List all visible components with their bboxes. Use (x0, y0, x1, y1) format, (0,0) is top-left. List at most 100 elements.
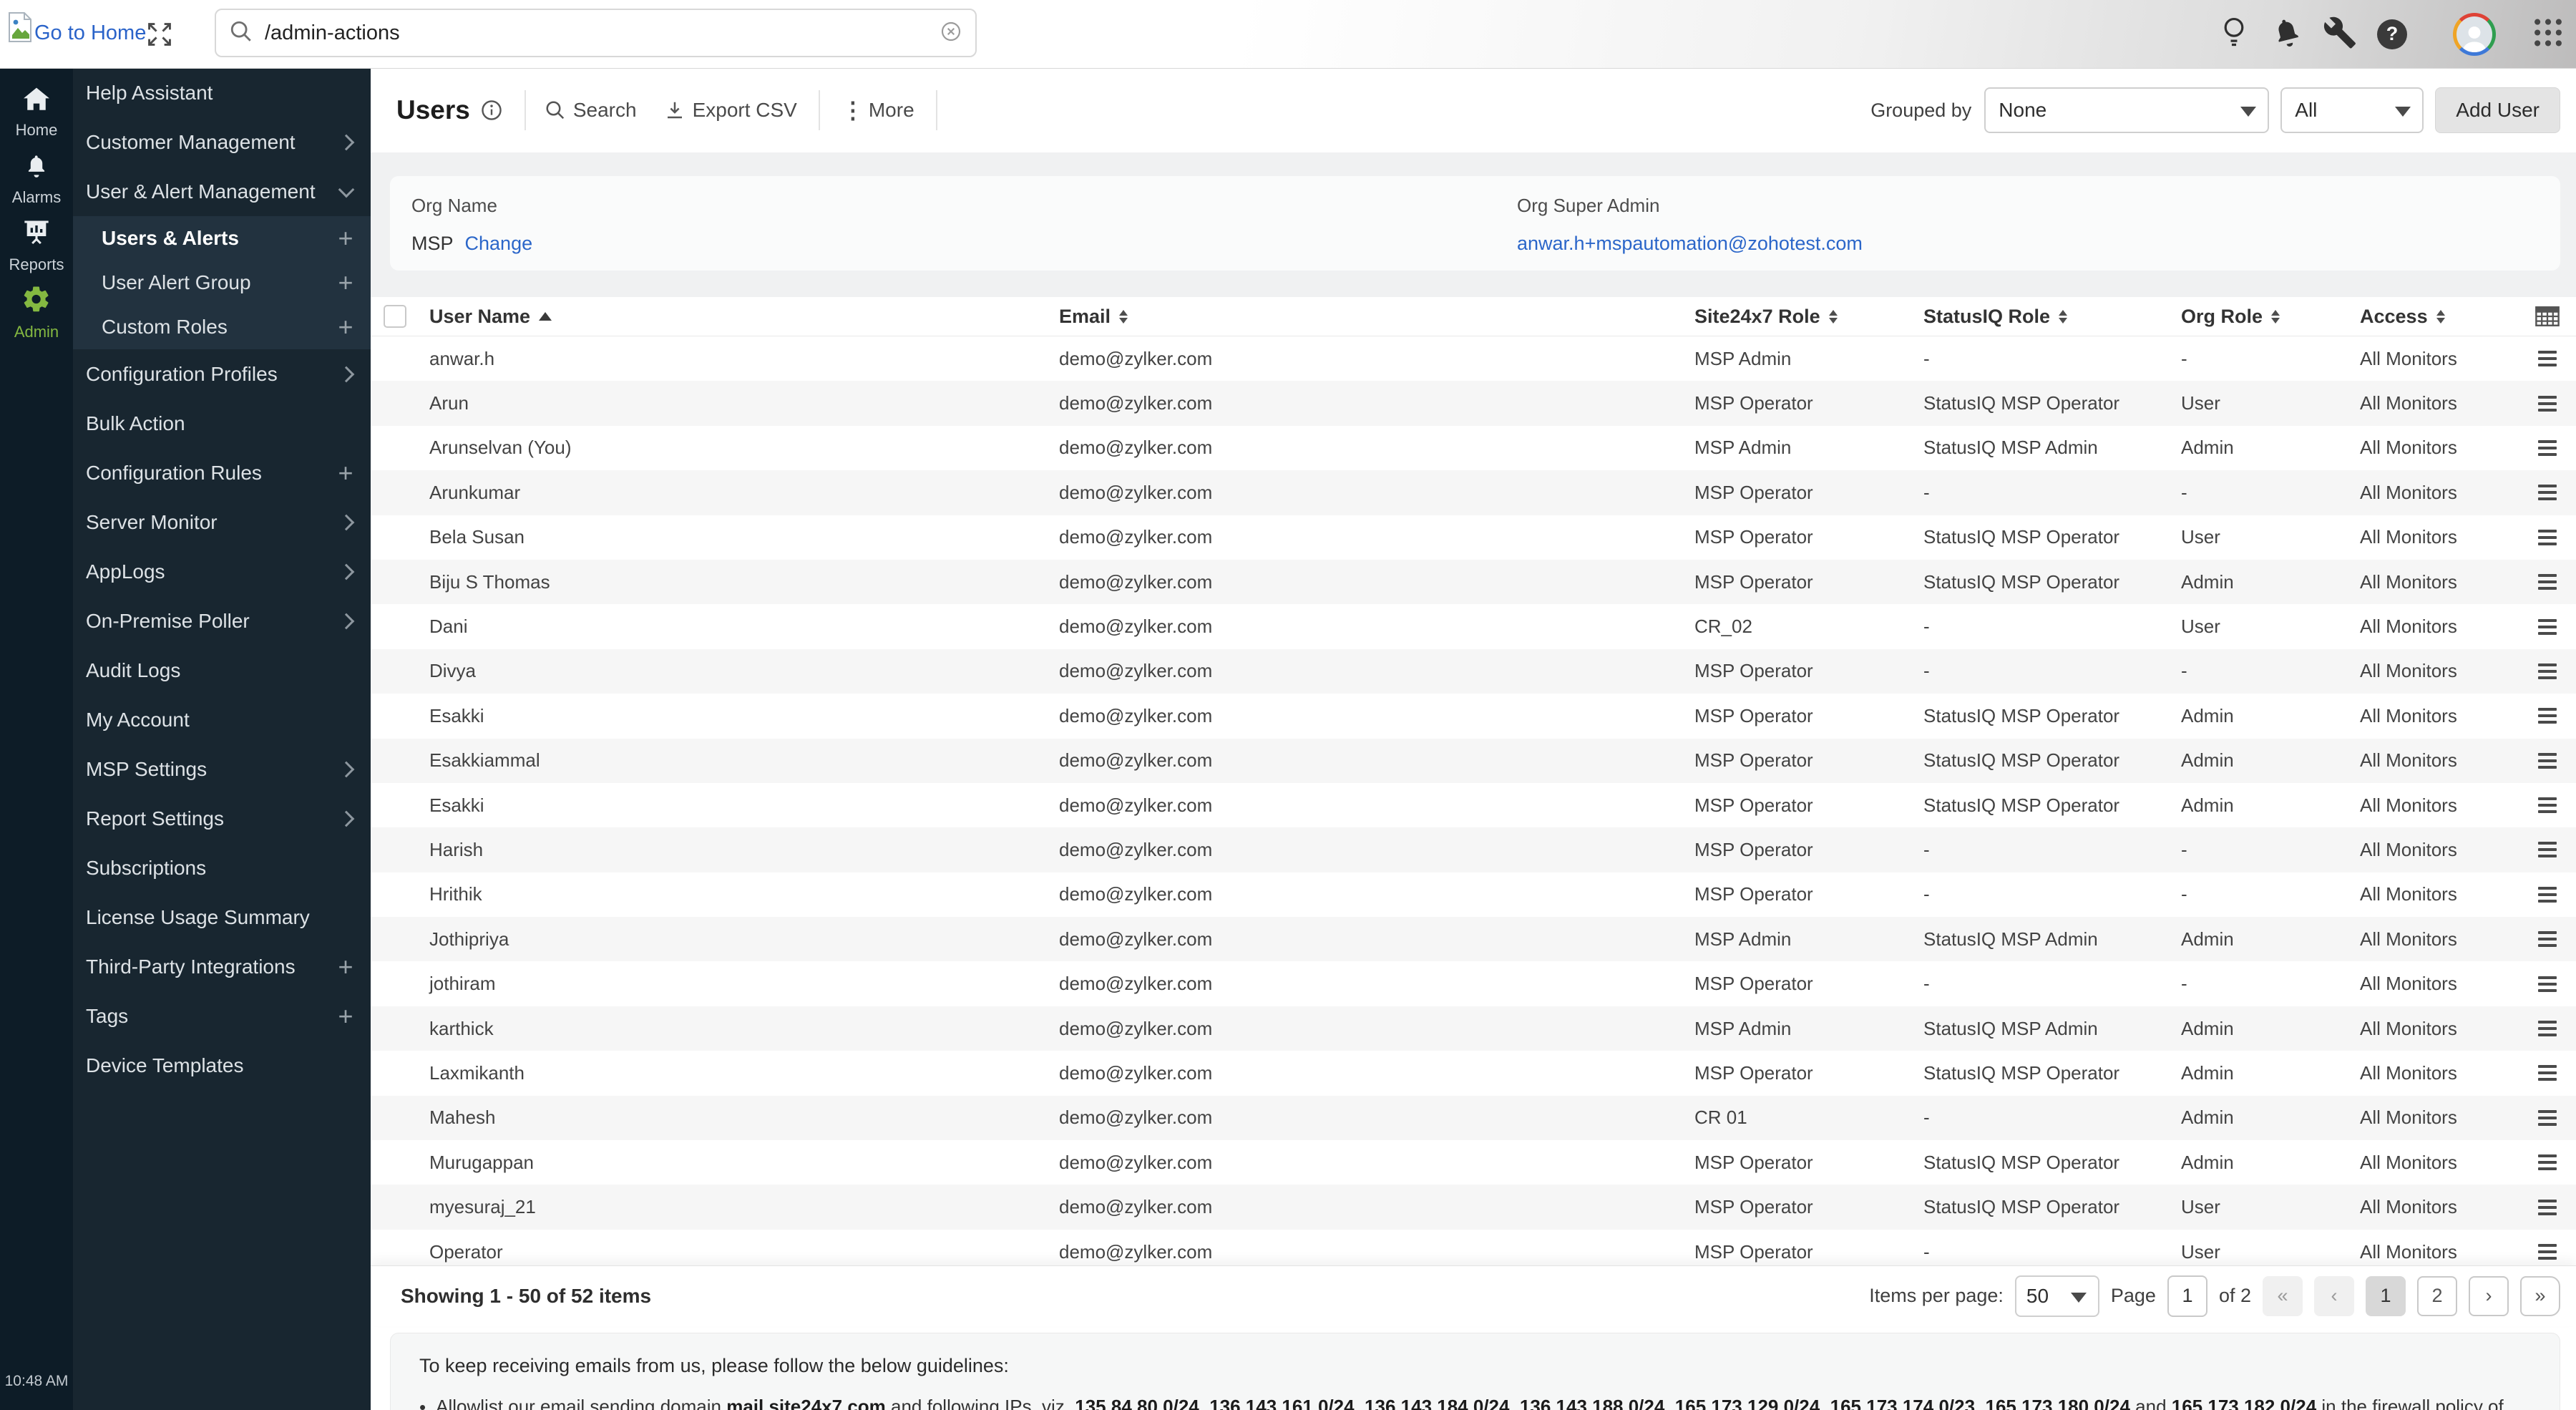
rail-item-admin[interactable]: Admin (0, 279, 73, 346)
row-actions-menu-icon[interactable] (2538, 626, 2557, 628)
sidebar-menu-item[interactable]: MSP Settings (73, 744, 371, 794)
row-actions-menu-icon[interactable] (2538, 804, 2557, 807)
group-by-select[interactable]: None (1984, 87, 2269, 133)
rail-item-home[interactable]: Home (0, 79, 73, 146)
sidebar-menu-item[interactable]: On-Premise Poller (73, 596, 371, 646)
table-row[interactable]: Esakkiammal demo@zylker.com MSP Operator… (371, 739, 2576, 783)
table-row[interactable]: Harish demo@zylker.com MSP Operator - - … (371, 827, 2576, 872)
sidebar-submenu-item[interactable]: Users & Alerts (73, 216, 371, 261)
sidebar-menu-item[interactable]: Report Settings (73, 794, 371, 843)
column-header[interactable]: Org Role (2181, 306, 2360, 328)
column-chooser-button[interactable] (2535, 306, 2560, 327)
row-actions-menu-icon[interactable] (2538, 357, 2557, 360)
table-row[interactable]: jothiram demo@zylker.com MSP Operator - … (371, 961, 2576, 1006)
prev-page-button[interactable]: ‹ (2314, 1276, 2354, 1316)
sidebar-menu-item[interactable]: Configuration Profiles (73, 349, 371, 399)
row-actions-menu-icon[interactable] (2538, 938, 2557, 940)
sidebar-menu-item[interactable]: My Account (73, 695, 371, 744)
table-row[interactable]: karthick demo@zylker.com MSP Admin Statu… (371, 1006, 2576, 1051)
sidebar-menu-item[interactable]: Configuration Rules (73, 448, 371, 497)
table-row[interactable]: Esakki demo@zylker.com MSP Operator Stat… (371, 783, 2576, 827)
sidebar-menu-item[interactable]: AppLogs (73, 547, 371, 596)
admin-tools-wrench-icon[interactable] (2323, 15, 2357, 53)
row-actions-menu-icon[interactable] (2538, 1206, 2557, 1209)
next-page-button[interactable]: › (2469, 1276, 2509, 1316)
row-actions-menu-icon[interactable] (2538, 1117, 2557, 1119)
export-csv-button[interactable]: Export CSV (664, 99, 797, 122)
sidebar-menu-item[interactable]: License Usage Summary (73, 893, 371, 942)
table-row[interactable]: Arunselvan (You) demo@zylker.com MSP Adm… (371, 426, 2576, 470)
table-search-button[interactable]: Search (545, 99, 637, 122)
first-page-button[interactable]: « (2263, 1276, 2303, 1316)
page-1-button[interactable]: 1 (2366, 1276, 2406, 1316)
row-actions-menu-icon[interactable] (2538, 536, 2557, 539)
row-actions-menu-icon[interactable] (2538, 402, 2557, 405)
fullscreen-expand-icon[interactable] (145, 20, 174, 49)
rail-item-alarms[interactable]: Alarms (0, 146, 73, 213)
user-avatar[interactable] (2453, 13, 2496, 56)
rail-item-reports[interactable]: Reports (0, 213, 73, 279)
table-row[interactable]: Mahesh demo@zylker.com CR 01 - Admin All… (371, 1096, 2576, 1140)
select-all-checkbox[interactable] (384, 305, 406, 328)
column-header[interactable]: Site24x7 Role (1694, 306, 1923, 328)
add-user-button[interactable]: Add User (2435, 87, 2560, 133)
page-number-input[interactable] (2167, 1275, 2207, 1317)
sidebar-menu-item[interactable]: User & Alert Management (73, 167, 371, 216)
column-header[interactable]: StatusIQ Role (1923, 306, 2181, 328)
row-actions-menu-icon[interactable] (2538, 491, 2557, 494)
sidebar-menu-item[interactable]: Tags (73, 991, 371, 1041)
bulb-tips-icon[interactable] (2218, 14, 2250, 54)
notifications-bell-icon[interactable] (2270, 15, 2304, 53)
row-actions-menu-icon[interactable] (2538, 1161, 2557, 1164)
row-actions-menu-icon[interactable] (2538, 983, 2557, 986)
table-row[interactable]: Esakki demo@zylker.com MSP Operator Stat… (371, 694, 2576, 738)
row-actions-menu-icon[interactable] (2538, 714, 2557, 717)
help-icon[interactable]: ? (2377, 19, 2407, 49)
column-header[interactable]: User Name (429, 306, 1059, 328)
row-actions-menu-icon[interactable] (2538, 848, 2557, 851)
row-actions-menu-icon[interactable] (2538, 1027, 2557, 1030)
sidebar-submenu-item[interactable]: User Alert Group (73, 261, 371, 305)
row-actions-menu-icon[interactable] (2538, 447, 2557, 449)
global-search-bar[interactable] (215, 9, 977, 57)
row-actions-menu-icon[interactable] (2538, 1250, 2557, 1253)
clear-search-icon[interactable] (940, 20, 962, 47)
search-input[interactable] (263, 21, 940, 46)
sidebar-menu-item[interactable]: Audit Logs (73, 646, 371, 695)
table-row[interactable]: Jothipriya demo@zylker.com MSP Admin Sta… (371, 917, 2576, 961)
row-actions-menu-icon[interactable] (2538, 893, 2557, 896)
table-row[interactable]: Dani demo@zylker.com CR_02 - User All Mo… (371, 604, 2576, 648)
page-2-button[interactable]: 2 (2417, 1276, 2457, 1316)
table-row[interactable]: Arunkumar demo@zylker.com MSP Operator -… (371, 470, 2576, 515)
org-change-link[interactable]: Change (465, 233, 533, 255)
table-row[interactable]: myesuraj_21 demo@zylker.com MSP Operator… (371, 1185, 2576, 1229)
sidebar-menu-item[interactable]: Third-Party Integrations (73, 942, 371, 991)
row-actions-menu-icon[interactable] (2538, 670, 2557, 673)
sidebar-menu-item[interactable]: Subscriptions (73, 843, 371, 893)
row-actions-menu-icon[interactable] (2538, 1071, 2557, 1074)
row-actions-menu-icon[interactable] (2538, 759, 2557, 762)
table-row[interactable]: Arun demo@zylker.com MSP Operator Status… (371, 381, 2576, 425)
table-row[interactable]: Bela Susan demo@zylker.com MSP Operator … (371, 515, 2576, 560)
table-row[interactable]: anwar.h demo@zylker.com MSP Admin - - Al… (371, 336, 2576, 381)
items-per-page-select[interactable]: 50 (2015, 1275, 2099, 1317)
table-row[interactable]: Divya demo@zylker.com MSP Operator - - A… (371, 649, 2576, 694)
column-header[interactable]: Email (1059, 306, 1694, 328)
sidebar-menu-item[interactable]: Server Monitor (73, 497, 371, 547)
table-row[interactable]: Biju S Thomas demo@zylker.com MSP Operat… (371, 560, 2576, 604)
sidebar-menu-item[interactable]: Bulk Action (73, 399, 371, 448)
info-icon[interactable] (480, 99, 503, 122)
more-actions-button[interactable]: ⋮ More (841, 99, 914, 122)
sidebar-menu-item[interactable]: Device Templates (73, 1041, 371, 1090)
table-row[interactable]: Operator demo@zylker.com MSP Operator - … (371, 1230, 2576, 1265)
sidebar-menu-item[interactable]: Help Assistant (73, 68, 371, 117)
table-row[interactable]: Murugappan demo@zylker.com MSP Operator … (371, 1140, 2576, 1185)
column-header[interactable]: Access (2360, 306, 2519, 328)
sidebar-submenu-item[interactable]: Custom Roles (73, 305, 371, 349)
table-row[interactable]: Hrithik demo@zylker.com MSP Operator - -… (371, 872, 2576, 917)
table-row[interactable]: Laxmikanth demo@zylker.com MSP Operator … (371, 1051, 2576, 1095)
row-actions-menu-icon[interactable] (2538, 580, 2557, 583)
home-logo-link[interactable]: Go to Home (7, 11, 146, 47)
apps-grid-icon[interactable] (2532, 16, 2565, 52)
sidebar-menu-item[interactable]: Customer Management (73, 117, 371, 167)
